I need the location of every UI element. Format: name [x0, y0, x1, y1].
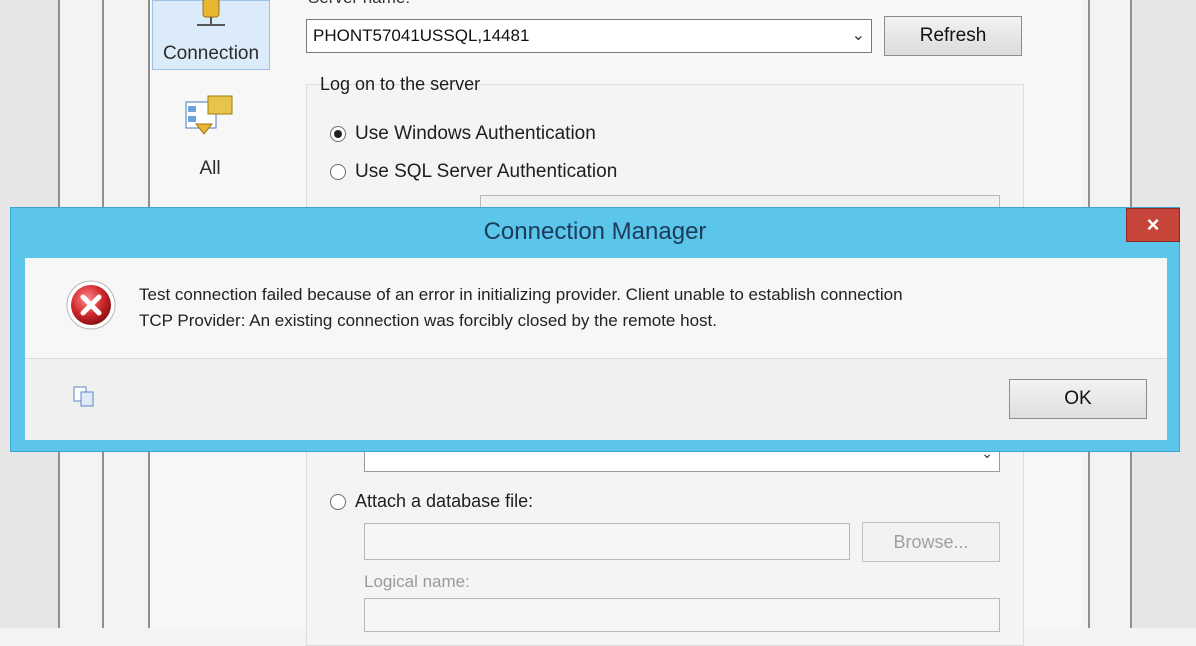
error-message-line-2: TCP Provider: An existing connection was… [139, 311, 717, 330]
attach-db-radio[interactable] [330, 494, 346, 510]
server-name-value: PHONT57041USSQL,14481 [313, 26, 530, 45]
database-server-icon [197, 0, 225, 26]
server-name-combobox[interactable]: PHONT57041USSQL,14481 ⌄ [306, 19, 872, 53]
connection-manager-dialog: Connection Manager × Test connection fai… [10, 207, 1180, 452]
nav-label-connection: Connection [162, 43, 260, 64]
sql-auth-radio[interactable] [330, 164, 346, 180]
attach-db-label[interactable]: Attach a database file: [355, 491, 533, 512]
server-name-label: Server name: [308, 0, 410, 8]
message-area: Test connection failed because of an err… [25, 258, 1167, 359]
browse-button[interactable]: Browse... [862, 522, 1000, 562]
nav-item-all[interactable]: All [152, 90, 268, 180]
error-icon [66, 280, 116, 330]
dialog-body: Test connection failed because of an err… [25, 258, 1167, 440]
nav-item-connection[interactable]: Connection [152, 0, 270, 70]
close-button[interactable]: × [1126, 208, 1180, 242]
nav-label-all: All [199, 158, 221, 179]
refresh-button[interactable]: Refresh [884, 16, 1022, 56]
sql-auth-label[interactable]: Use SQL Server Authentication [355, 161, 617, 183]
error-message-line-1: Test connection failed because of an err… [139, 285, 903, 304]
properties-grid-icon [185, 95, 233, 135]
dialog-title: Connection Manager [483, 218, 707, 245]
logical-name-label: Logical name: [364, 572, 470, 591]
copy-icon[interactable] [73, 386, 97, 408]
database-file-field[interactable] [364, 523, 850, 560]
logon-group-label: Log on to the server [320, 74, 481, 94]
ok-button[interactable]: OK [1009, 379, 1147, 419]
close-icon: × [1146, 212, 1160, 237]
windows-auth-label[interactable]: Use Windows Authentication [355, 123, 596, 145]
logical-name-field[interactable] [364, 598, 1000, 632]
chevron-down-icon[interactable]: ⌄ [852, 20, 865, 52]
windows-auth-radio[interactable] [330, 126, 346, 142]
